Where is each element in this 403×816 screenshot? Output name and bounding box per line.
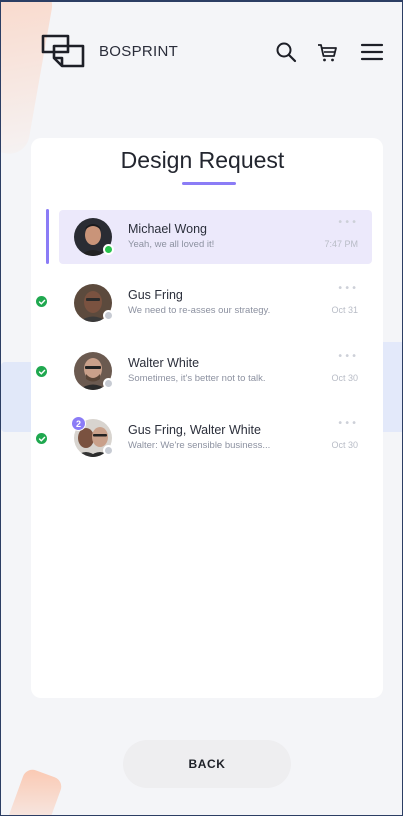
online-status-dot	[103, 244, 114, 255]
title-underline	[182, 182, 236, 185]
conversation-preview: We need to re-asses our strategy.	[128, 305, 271, 316]
conversation-item[interactable]: 2 Gus Fring, Walter White Walter: We're …	[59, 411, 372, 465]
brand-name: BOSPRINT	[99, 43, 179, 60]
read-check-icon	[36, 433, 47, 444]
more-options-icon[interactable]: •••	[337, 419, 358, 429]
offline-status-dot	[103, 445, 114, 456]
conversation-time: Oct 30	[331, 440, 358, 450]
offline-status-dot	[103, 378, 114, 389]
app-frame: BOSPRINT Design Request Michael Wong Yea…	[0, 0, 403, 816]
conversation-item[interactable]: Gus Fring We need to re-asses our strate…	[59, 276, 372, 330]
read-check-icon	[36, 296, 47, 307]
unread-count-badge: 2	[71, 416, 86, 431]
app-header: BOSPRINT	[1, 2, 402, 102]
conversation-item[interactable]: Michael Wong Yeah, we all loved it! ••• …	[59, 210, 372, 264]
conversation-time: 7:47 PM	[324, 239, 358, 249]
conversation-name: Gus Fring, Walter White	[128, 423, 261, 437]
offline-status-dot	[103, 310, 114, 321]
conversation-time: Oct 31	[331, 305, 358, 315]
more-options-icon[interactable]: •••	[337, 284, 358, 294]
active-indicator	[46, 209, 49, 264]
page-title: Design Request	[120, 147, 285, 173]
conversation-preview: Walter: We're sensible business...	[128, 440, 271, 451]
conversation-preview: Yeah, we all loved it!	[128, 239, 215, 250]
conversation-name: Walter White	[128, 356, 200, 370]
menu-icon[interactable]	[360, 40, 384, 64]
conversation-time: Oct 30	[331, 373, 358, 383]
more-options-icon[interactable]: •••	[337, 218, 358, 228]
conversation-name: Gus Fring	[128, 288, 183, 302]
logo-icon[interactable]	[40, 32, 86, 70]
conversation-preview: Sometimes, it's better not to talk.	[128, 373, 266, 384]
decorative-shape	[5, 766, 65, 815]
search-icon[interactable]	[274, 40, 298, 64]
back-button[interactable]: BACK	[123, 740, 291, 788]
cart-icon[interactable]	[315, 40, 339, 64]
conversation-item[interactable]: Walter White Sometimes, it's better not …	[59, 344, 372, 398]
more-options-icon[interactable]: •••	[337, 352, 358, 362]
read-check-icon	[36, 366, 47, 377]
conversation-name: Michael Wong	[128, 222, 207, 236]
